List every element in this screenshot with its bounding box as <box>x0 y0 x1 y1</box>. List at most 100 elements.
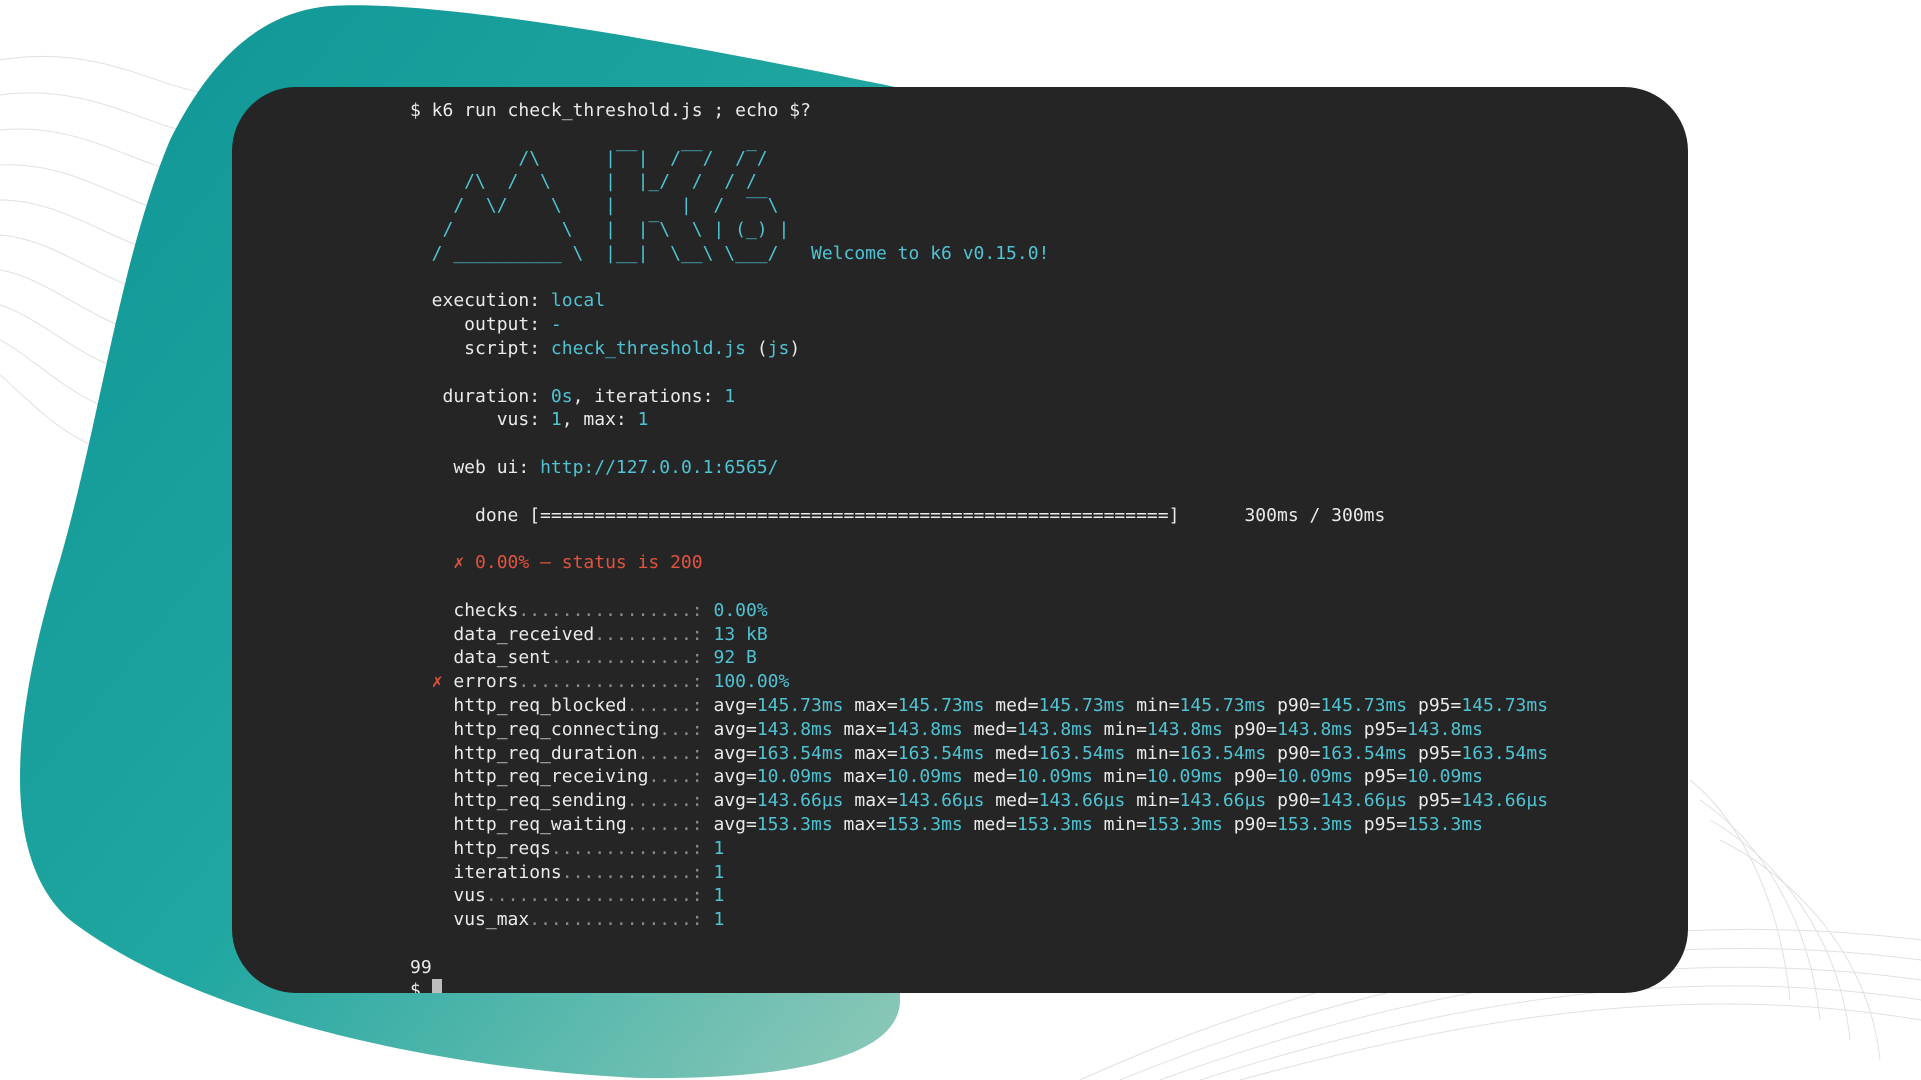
stat-value-max: 145.73ms <box>897 694 985 716</box>
metric-row: checks................: 0.00% <box>410 599 768 621</box>
metric-mark <box>432 909 443 930</box>
metric-row: data_sent.............: 92 B <box>410 647 757 669</box>
stat-value-avg: 163.54ms <box>756 742 844 764</box>
stat-value-max: 163.54ms <box>897 742 985 764</box>
metric-row: vus_max...............: 1 <box>410 909 724 930</box>
stat-value-avg: 145.73ms <box>756 694 844 716</box>
metric-value: 1 <box>713 909 725 931</box>
vus-label: vus: <box>410 409 541 431</box>
check-fail-message: ✗ 0.00% – status is 200 <box>453 552 703 574</box>
metric-mark <box>432 885 443 906</box>
cursor[interactable] <box>431 979 442 993</box>
stat-value-min: 143.66µs <box>1179 790 1267 812</box>
stat-value-p90: 143.66µs <box>1320 790 1408 812</box>
metric-dots: ....: <box>648 766 703 788</box>
stat-key-p95: p95= <box>1418 694 1462 716</box>
stat-value-max: 10.09ms <box>886 766 963 788</box>
metric-mark <box>432 838 443 859</box>
stat-value-med: 163.54ms <box>1038 742 1126 764</box>
stat-value-avg: 143.66µs <box>756 790 844 812</box>
metric-name: http_req_blocked <box>453 694 627 716</box>
stat-key-p90: p90= <box>1277 742 1321 764</box>
webui-link[interactable]: http://127.0.0.1:6565/ <box>540 457 778 478</box>
stat-value-p90: 10.09ms <box>1277 766 1353 788</box>
logo-line: /\ / \ | |_/ / / / <box>410 171 757 193</box>
metric-row: http_req_duration.....: avg=163.54ms max… <box>410 743 1548 764</box>
stat-key-p95: p95= <box>1363 813 1408 835</box>
stat-key-max: max= <box>854 742 898 764</box>
stat-key-p90: p90= <box>1233 813 1278 835</box>
metric-name: data_sent <box>453 647 551 669</box>
terminal-output: $ k6 run check_threshold.js ; echo $? /\… <box>410 99 1548 993</box>
stat-key-p90: p90= <box>1233 718 1278 740</box>
metric-value: 0.00% <box>713 599 768 621</box>
metric-name: http_reqs <box>453 837 551 859</box>
metric-dots: .....: <box>637 742 703 764</box>
metric-dots: .............: <box>550 837 703 859</box>
stat-key-min: min= <box>1103 813 1148 835</box>
metric-row: data_received.........: 13 kB <box>410 624 767 645</box>
metric-dots: ...................: <box>485 885 703 907</box>
stat-value-med: 143.8ms <box>1016 718 1093 740</box>
stat-key-min: min= <box>1103 718 1148 740</box>
metric-row: http_req_connecting...: avg=143.8ms max=… <box>410 719 1483 740</box>
stat-value-p95: 10.09ms <box>1407 766 1484 788</box>
stat-key-p95: p95= <box>1418 742 1462 764</box>
metric-mark <box>432 719 443 740</box>
metric-value: 1 <box>713 837 725 859</box>
metric-dots: ......: <box>626 790 703 812</box>
stat-value-avg: 10.09ms <box>756 766 833 788</box>
metric-name: http_req_duration <box>453 742 638 764</box>
metric-name: http_req_receiving <box>453 766 649 788</box>
metric-name: http_req_connecting <box>453 718 660 740</box>
stat-key-max: max= <box>843 813 887 835</box>
stat-value-p95: 163.54ms <box>1461 742 1549 764</box>
stat-key-avg: avg= <box>713 718 757 740</box>
stat-value-med: 143.66µs <box>1038 790 1126 812</box>
stat-key-p90: p90= <box>1233 766 1278 788</box>
output-label: output: <box>410 314 541 336</box>
metric-dots: ................: <box>518 599 703 621</box>
metric-row: http_req_blocked......: avg=145.73ms max… <box>410 695 1548 716</box>
stat-key-p95: p95= <box>1363 718 1408 740</box>
stat-key-med: med= <box>973 718 1017 740</box>
metric-dots: ......: <box>626 813 703 835</box>
stat-key-avg: avg= <box>713 766 757 788</box>
metric-value: 92 B <box>713 647 757 669</box>
welcome-message: Welcome to k6 v0.15.0! <box>810 242 1050 264</box>
script-type: js <box>767 337 790 359</box>
fail-mark-icon: ✗ <box>431 671 443 693</box>
metric-name: vus <box>453 885 486 907</box>
stat-key-avg: avg= <box>713 742 757 764</box>
metric-mark <box>432 600 443 621</box>
metric-row: vus...................: 1 <box>410 885 724 906</box>
stat-value-p95: 153.3ms <box>1407 813 1483 835</box>
stat-value-max: 153.3ms <box>886 813 963 835</box>
metric-name: errors <box>453 671 519 693</box>
metric-dots: ...............: <box>529 909 703 931</box>
script-paren-close: ) <box>789 337 801 359</box>
stat-key-min: min= <box>1136 694 1180 716</box>
metric-row: ✗ errors................: 100.00% <box>410 671 790 693</box>
stat-key-avg: avg= <box>713 694 757 716</box>
stat-key-p90: p90= <box>1277 694 1321 716</box>
metric-value: 100.00% <box>713 671 790 693</box>
webui-label: web ui: <box>410 456 530 478</box>
stat-value-p90: 143.8ms <box>1277 718 1353 740</box>
metric-row: http_req_receiving....: avg=10.09ms max=… <box>410 766 1483 787</box>
metric-name: checks <box>453 599 519 621</box>
metric-name: http_req_sending <box>453 790 627 812</box>
metric-row: http_req_waiting......: avg=153.3ms max=… <box>410 814 1483 835</box>
metrics-list: checks................: 0.00% data_recei… <box>410 600 1548 930</box>
terminal-window: $ k6 run check_threshold.js ; echo $? /\… <box>232 87 1688 993</box>
stat-key-min: min= <box>1136 742 1180 764</box>
execution-value: local <box>550 290 606 312</box>
stat-value-med: 153.3ms <box>1016 813 1093 835</box>
vus-value: 1 <box>550 409 562 431</box>
stat-key-avg: avg= <box>713 790 757 812</box>
stat-value-p90: 163.54ms <box>1320 742 1408 764</box>
metric-mark <box>432 743 443 764</box>
stat-value-min: 143.8ms <box>1147 718 1223 740</box>
stat-key-med: med= <box>995 790 1039 812</box>
command-line: $ k6 run check_threshold.js ; echo $? <box>410 100 811 121</box>
